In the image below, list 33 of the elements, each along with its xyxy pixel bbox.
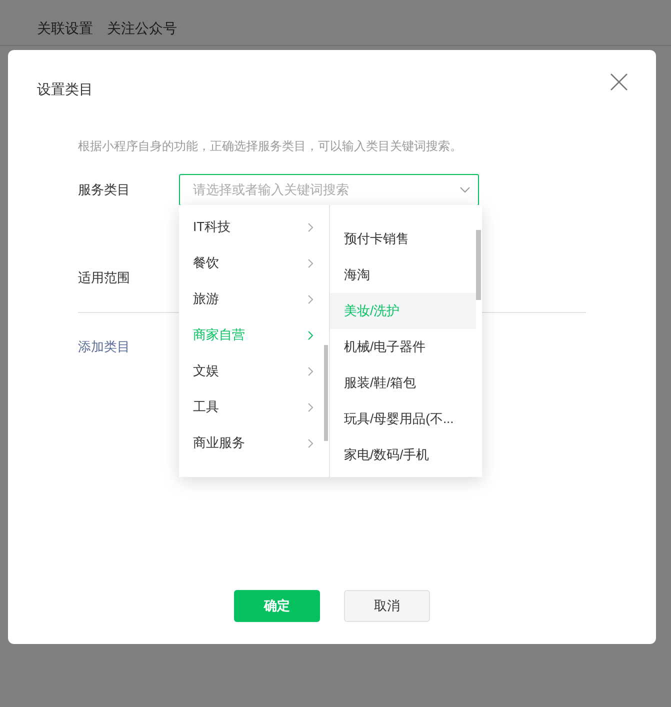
scrollbar-thumb[interactable] [324,345,328,441]
cancel-button[interactable]: 取消 [344,590,430,622]
subcategory-item[interactable]: 服装/鞋/箱包 [330,365,476,401]
subcategory-item[interactable]: 玩具/母婴用品(不... [330,401,476,437]
search-input: 请选择或者输入关键词搜索 [193,180,443,200]
category-select[interactable]: 请选择或者输入关键词搜索 [179,174,479,206]
chevron-right-icon [308,402,313,412]
hint-text: 根据小程序自身的功能，正确选择服务类目，可以输入类目关键词搜索。 [78,138,463,155]
field-label: 适用范围 [78,270,130,285]
field-label: 服务类目 [78,181,131,199]
subcategory-item[interactable]: 海淘 [330,257,476,293]
subcategory-item[interactable]: 预付卡销售 [330,221,476,257]
category-item[interactable]: IT科技 [179,209,329,245]
chevron-right-icon [308,294,313,304]
chevron-right-icon [308,438,313,448]
chevron-right-icon [308,222,313,232]
category-item[interactable]: 工具 [179,389,329,425]
page-tab-label: 关注公众号 [107,19,177,38]
scrollbar-thumb[interactable] [476,230,481,300]
subcategory-item[interactable]: 机械/电子器件 [330,329,476,365]
chevron-right-icon [308,366,313,376]
chevron-right-icon [308,258,313,268]
category-item[interactable]: 文娱 [179,353,329,389]
chevron-right-icon [308,330,313,340]
page-tab-label: 关联设置 [37,19,93,38]
dialog-title: 设置类目 [37,80,93,99]
close-icon[interactable] [610,73,628,91]
subcategory-item[interactable]: 家电/数码/手机 [330,437,476,473]
add-category-link[interactable]: 添加类目 [78,339,130,354]
category-item[interactable]: 餐饮 [179,245,329,281]
category-item[interactable]: 商业服务 [179,425,329,461]
category-item[interactable]: 旅游 [179,281,329,317]
chevron-down-icon [460,187,470,193]
